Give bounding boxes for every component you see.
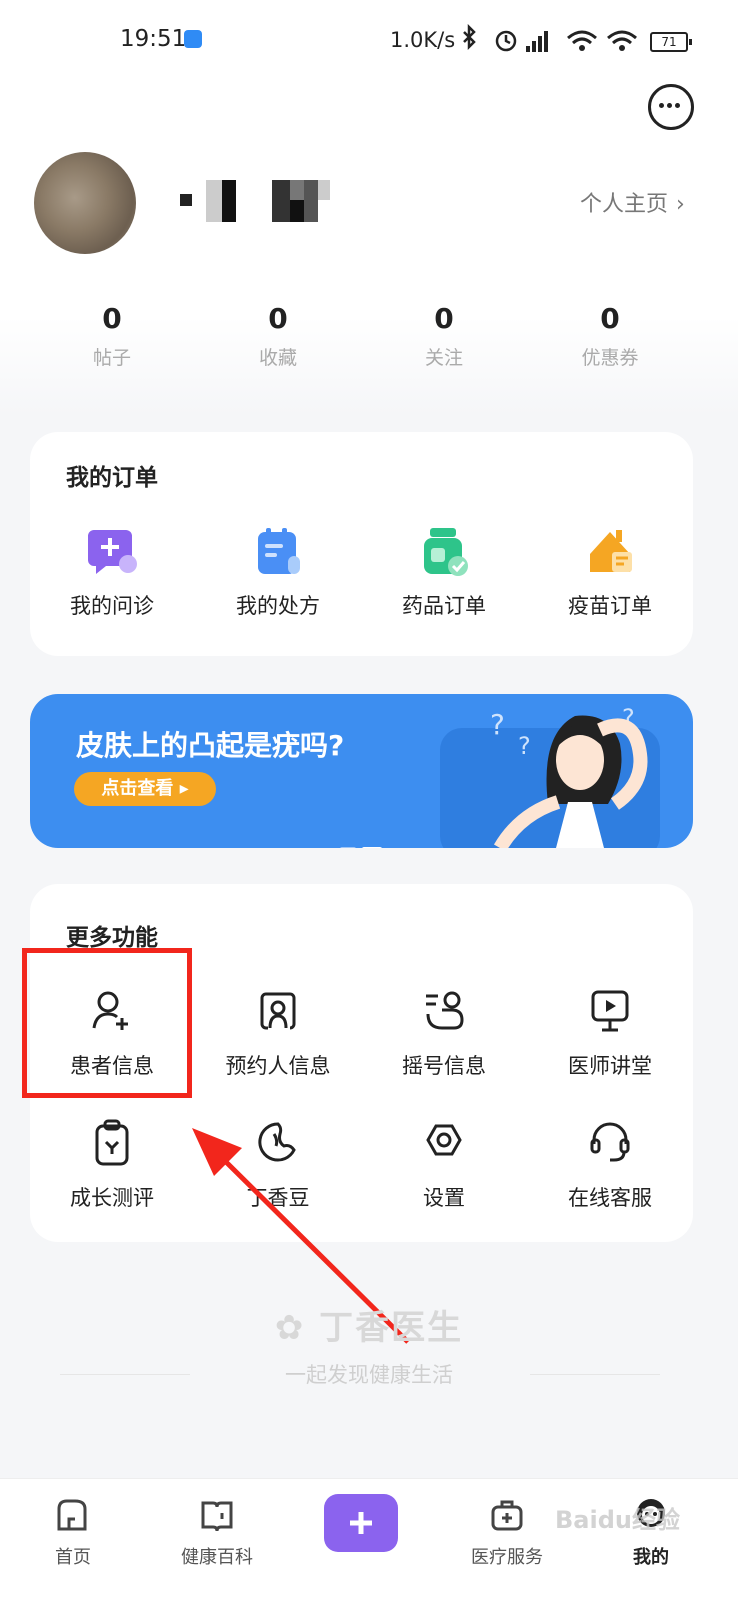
appointment-person-icon xyxy=(250,984,306,1040)
banner-illustration: ? ? ? xyxy=(440,704,660,848)
personal-homepage-link[interactable]: 个人主页 › xyxy=(580,186,685,218)
stat-value: 0 xyxy=(102,302,122,335)
stat-posts[interactable]: 0 帖子 xyxy=(52,302,172,370)
order-vaccine[interactable]: 疫苗订单 xyxy=(530,524,690,620)
tab-home[interactable]: 首页 xyxy=(18,1495,128,1569)
stat-label: 帖子 xyxy=(92,347,131,369)
divider-right xyxy=(530,1374,660,1375)
lottery-icon xyxy=(416,984,472,1040)
consult-icon xyxy=(84,524,140,580)
stat-value: 0 xyxy=(434,302,454,335)
stat-label: 优惠券 xyxy=(581,347,639,369)
battery-indicator: 71 xyxy=(650,32,692,52)
username-pixelated xyxy=(180,180,345,222)
stat-favorites[interactable]: 0 收藏 xyxy=(218,302,338,370)
stat-label: 收藏 xyxy=(258,347,297,369)
feature-lottery-info[interactable]: 摇号信息 xyxy=(364,984,524,1080)
stat-coupons[interactable]: 0 优惠券 xyxy=(550,302,670,370)
stat-following[interactable]: 0 关注 xyxy=(384,302,504,370)
tab-health-wiki[interactable]: 健康百科 xyxy=(162,1495,272,1569)
wifi-icon xyxy=(567,30,597,45)
bottom-tab-bar: 首页 健康百科 医疗服务 我的 xyxy=(0,1478,738,1601)
banner-title: 皮肤上的凸起是疣吗? xyxy=(76,729,345,762)
stat-value: 0 xyxy=(268,302,288,335)
headset-icon xyxy=(582,1116,638,1172)
more-functions-title: 更多功能 xyxy=(66,925,158,951)
vaccine-icon xyxy=(582,524,638,580)
medicine-icon xyxy=(416,524,472,580)
bluetooth-icon xyxy=(463,24,476,51)
stat-label: 关注 xyxy=(424,347,463,369)
baidu-watermark: Baidu经验 xyxy=(555,1506,680,1534)
order-prescription[interactable]: 我的处方 xyxy=(198,524,358,620)
order-medicine[interactable]: 药品订单 xyxy=(364,524,524,620)
svg-text:?: ? xyxy=(518,732,531,760)
status-bar: 19:51 1.0K/s 71 xyxy=(0,0,738,86)
orders-card: 我的订单 我的问诊 我的处方 药品订单 疫苗订单 xyxy=(30,432,693,656)
divider-left xyxy=(60,1374,190,1375)
medical-service-icon xyxy=(491,1500,523,1531)
svg-text:?: ? xyxy=(490,708,505,741)
prescription-icon xyxy=(250,524,306,580)
home-icon xyxy=(57,1499,87,1531)
stat-value: 0 xyxy=(600,302,620,335)
video-lecture-icon xyxy=(582,984,638,1040)
brand-logo: ✿ 丁香医生 xyxy=(274,1308,464,1348)
network-speed: 1.0K/s xyxy=(390,28,456,52)
signal-icon xyxy=(526,31,548,52)
feature-online-service[interactable]: 在线客服 xyxy=(530,1116,690,1212)
plus-icon xyxy=(350,1512,372,1534)
order-consult[interactable]: 我的问诊 xyxy=(32,524,192,620)
tab-medical-service[interactable]: 医疗服务 xyxy=(452,1495,562,1569)
create-button[interactable] xyxy=(324,1494,398,1552)
highlight-box xyxy=(22,948,192,1098)
feature-doctor-lecture[interactable]: 医师讲堂 xyxy=(530,984,690,1080)
book-icon xyxy=(201,1501,233,1532)
orders-title: 我的订单 xyxy=(66,465,158,491)
avatar[interactable] xyxy=(34,152,136,254)
banner-view-button[interactable]: 点击查看 ▸ xyxy=(74,772,216,806)
settings-icon xyxy=(416,1116,472,1172)
clipboard-icon xyxy=(84,1116,140,1172)
promo-banner[interactable]: 皮肤上的凸起是疣吗? 点击查看 ▸ ? ? ? xyxy=(30,694,693,848)
status-time: 19:51 xyxy=(120,26,187,52)
message-icon[interactable] xyxy=(648,84,694,130)
wifi-icon-2 xyxy=(607,30,637,45)
brand-footer: ✿ 丁香医生 一起发现健康生活 xyxy=(0,1300,738,1389)
feature-growth-assessment[interactable]: 成长测评 xyxy=(32,1116,192,1212)
banner-pagination xyxy=(340,836,388,848)
app-notification-icon xyxy=(184,30,202,48)
status-icons xyxy=(463,24,637,52)
feature-appointment-person[interactable]: 预约人信息 xyxy=(198,984,358,1080)
chevron-right-icon: › xyxy=(676,192,685,217)
clove-icon: ✿ xyxy=(274,1308,320,1348)
